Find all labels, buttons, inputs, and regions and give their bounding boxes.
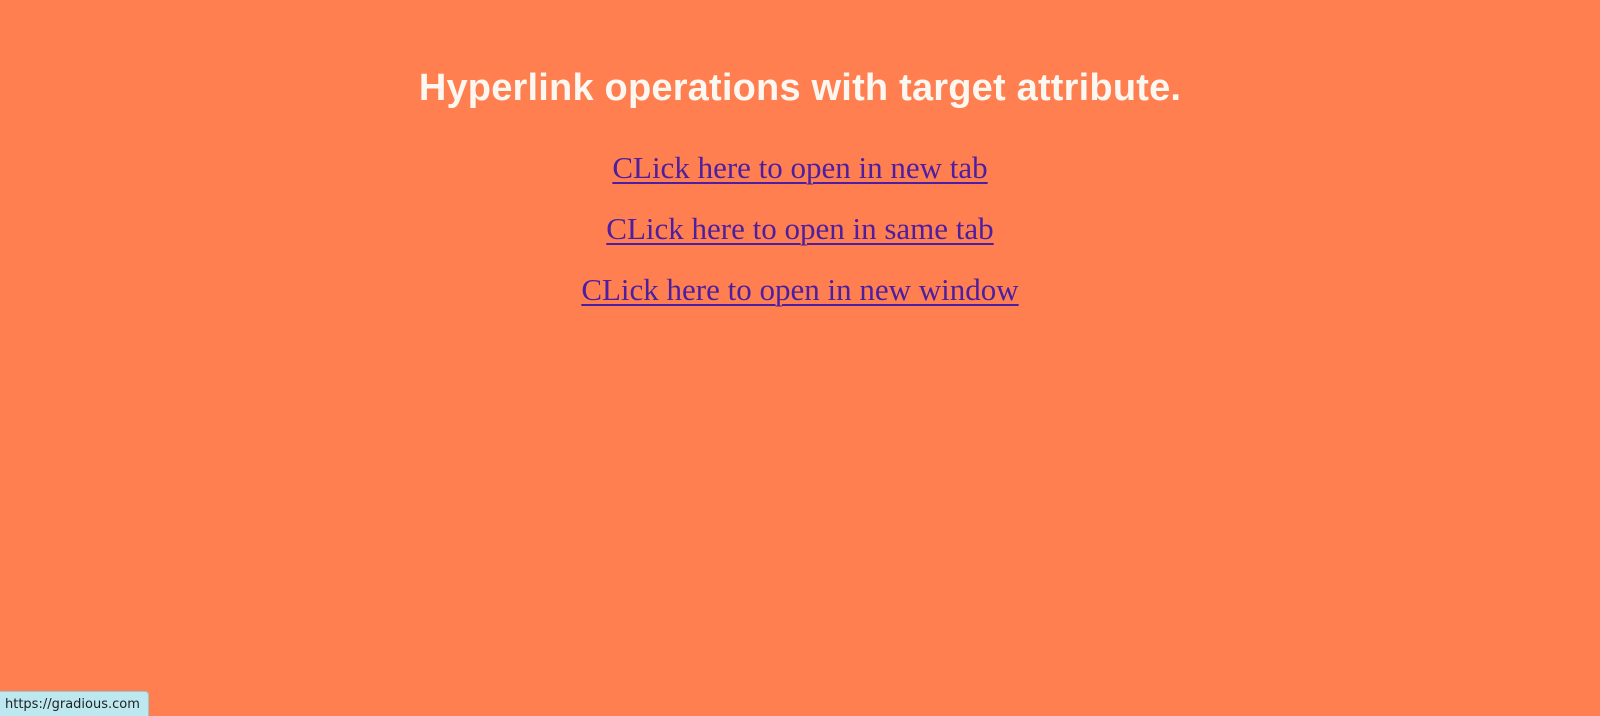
link-list: CLick here to open in new tab CLick here… bbox=[0, 146, 1600, 329]
link-row: CLick here to open in new window bbox=[0, 268, 1600, 329]
page-content: Hyperlink operations with target attribu… bbox=[0, 0, 1600, 716]
page-heading: Hyperlink operations with target attribu… bbox=[418, 67, 1182, 109]
link-row: CLick here to open in same tab bbox=[0, 207, 1600, 268]
open-new-tab-link[interactable]: CLick here to open in new tab bbox=[612, 150, 987, 185]
open-new-window-link[interactable]: CLick here to open in new window bbox=[581, 272, 1018, 307]
open-same-tab-link[interactable]: CLick here to open in same tab bbox=[606, 211, 993, 246]
link-status-bar: https://gradious.com bbox=[0, 691, 149, 716]
link-row: CLick here to open in new tab bbox=[0, 146, 1600, 207]
